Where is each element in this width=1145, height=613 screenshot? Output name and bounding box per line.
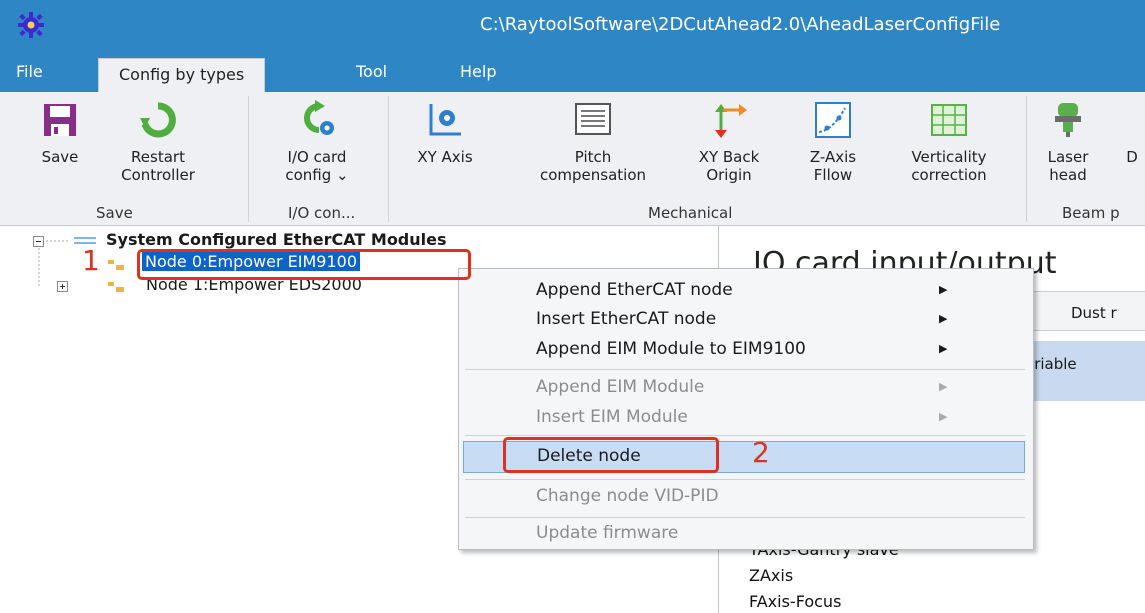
refresh-gear-icon [304,100,334,135]
menu-separator [465,435,1025,436]
menu-change-node-vid-pid[interactable]: Change node VID-PID [459,482,1033,512]
menu-item-label: Change node VID-PID [536,486,719,506]
save-button[interactable]: Save [30,100,90,166]
screen-lines-icon [575,103,611,135]
save-label: Save [41,148,79,166]
menu-bar: File Config by types Tool Help [0,56,1145,92]
group-io-label: I/O con... [288,204,356,222]
pitch-compensation-label: Pitch compensation [539,148,647,184]
menu-help[interactable]: Help [460,56,496,92]
window-title: C:\RaytoolSoftware\2DCutAhead2.0\AheadLa… [480,14,1001,35]
io-row[interactable]: ZAxis [749,566,793,585]
io-card-config-button[interactable]: I/O card config ⌄ [262,100,372,184]
menu-append-eim-module[interactable]: Append EIM Module ▶ [459,373,1033,403]
menu-item-label: Update firmware [536,523,679,543]
partial-button-label: D [1126,148,1138,166]
expand-node-1-icon[interactable] [57,281,68,292]
verticality-correction-label: Verticality correction [911,148,987,184]
pitch-compensation-button[interactable]: Pitch compensation [518,100,668,184]
ribbon-toolbar: Save Restart Controller I/O card config … [0,92,1145,226]
restart-controller-label: Restart Controller [121,148,195,184]
annotation-step-2: 2 [752,436,770,469]
laser-head-icon [1055,103,1081,137]
verticality-correction-button[interactable]: Verticality correction [886,100,1012,184]
menu-item-label: Insert EtherCAT node [536,309,717,329]
annotation-highlight-delete [503,437,719,473]
xy-axis-label: XY Axis [417,148,473,166]
annotation-step-1: 1 [82,244,100,277]
axis-gear-icon [429,104,461,136]
gear-app-icon[interactable] [16,10,46,40]
submenu-arrow-icon: ▶ [939,380,948,393]
z-axis-follow-button[interactable]: Z-Axis Fllow [796,100,870,184]
floppy-disk-icon [44,104,76,136]
ribbon-separator [1026,96,1027,222]
refresh-icon [140,102,176,138]
menu-insert-ethercat-node[interactable]: Insert EtherCAT node ▶ [459,305,1033,335]
menu-update-firmware[interactable]: Update firmware [459,519,1033,549]
xy-back-origin-button[interactable]: XY Back Origin [684,100,774,184]
group-mechanical-label: Mechanical [648,204,733,222]
menu-append-ethercat-node[interactable]: Append EtherCAT node ▶ [459,276,1033,306]
tree-vertical-connector [38,248,40,288]
menu-item-label: Insert EIM Module [536,407,688,427]
menu-separator [465,369,1025,370]
collapse-root-icon[interactable] [33,236,44,247]
annotation-highlight-node [137,249,471,280]
menu-tool[interactable]: Tool [356,56,387,92]
node-icon [108,260,124,270]
z-axis-follow-label: Z-Axis Fllow [809,148,857,184]
grid-icon [931,104,967,136]
menu-append-eim-module-to-eim9100[interactable]: Append EIM Module to EIM9100 ▶ [459,335,1033,365]
curve-chart-icon [815,102,851,138]
laser-head-button[interactable]: Laser head [1036,100,1100,184]
menu-item-label: Append EtherCAT node [536,280,733,300]
arrows-origin-icon [715,104,747,138]
menu-separator [465,479,1025,480]
submenu-arrow-icon: ▶ [939,342,948,355]
io-row[interactable]: FAxis-Focus [749,592,841,611]
tree-root-label[interactable]: System Configured EtherCAT Modules [106,230,447,249]
submenu-arrow-icon: ▶ [939,410,948,423]
xy-back-origin-label: XY Back Origin [698,148,760,184]
tab-dust[interactable]: Dust r [1071,304,1117,322]
ribbon-separator [388,96,389,222]
node-context-menu: Append EtherCAT node ▶ Insert EtherCAT n… [458,268,1034,550]
menu-insert-eim-module[interactable]: Insert EIM Module ▶ [459,403,1033,433]
ribbon-button-partial[interactable]: D [1112,148,1145,166]
group-beam-label: Beam p [1062,204,1120,222]
menu-item-label: Append EIM Module [536,377,705,397]
tab-config-by-types[interactable]: Config by types [98,58,266,92]
restart-controller-button[interactable]: Restart Controller [108,100,208,184]
ribbon-separator [248,96,249,222]
menu-file[interactable]: File [16,56,43,92]
title-bar: C:\RaytoolSoftware\2DCutAhead2.0\AheadLa… [0,0,1145,56]
xy-axis-button[interactable]: XY Axis [400,100,490,166]
submenu-arrow-icon: ▶ [939,312,948,325]
group-save-label: Save [96,204,133,222]
laser-head-label: Laser head [1047,148,1089,184]
menu-item-label: Append EIM Module to EIM9100 [536,339,806,359]
menu-separator [465,517,1025,518]
node-icon [108,282,124,292]
submenu-arrow-icon: ▶ [939,283,948,296]
io-card-config-label: I/O card config ⌄ [285,148,349,184]
